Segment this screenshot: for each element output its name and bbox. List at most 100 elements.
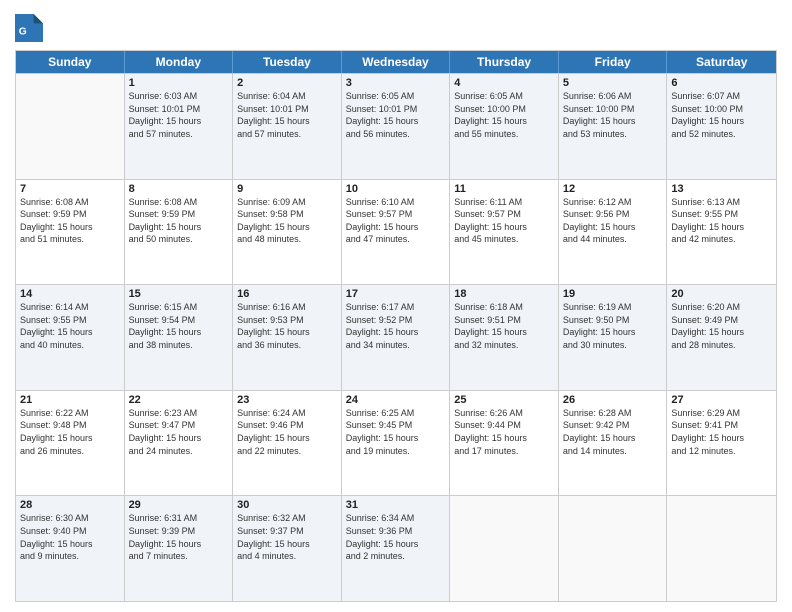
day-number: 22 <box>129 394 229 406</box>
day-number: 23 <box>237 394 337 406</box>
calendar-row-0: 1 Sunrise: 6:03 AMSunset: 10:01 PMDaylig… <box>16 73 776 179</box>
cal-cell: 2 Sunrise: 6:04 AMSunset: 10:01 PMDaylig… <box>233 74 342 179</box>
day-number: 2 <box>237 77 337 89</box>
calendar-row-2: 14 Sunrise: 6:14 AMSunset: 9:55 PMDaylig… <box>16 284 776 390</box>
cal-cell: 25 Sunrise: 6:26 AMSunset: 9:44 PMDaylig… <box>450 391 559 496</box>
cal-cell: 24 Sunrise: 6:25 AMSunset: 9:45 PMDaylig… <box>342 391 451 496</box>
cell-content: Sunrise: 6:10 AMSunset: 9:57 PMDaylight:… <box>346 196 446 246</box>
header-cell-friday: Friday <box>559 51 668 73</box>
day-number: 6 <box>671 77 772 89</box>
cal-cell: 11 Sunrise: 6:11 AMSunset: 9:57 PMDaylig… <box>450 180 559 285</box>
cell-content: Sunrise: 6:18 AMSunset: 9:51 PMDaylight:… <box>454 301 554 351</box>
cal-cell <box>667 496 776 601</box>
cell-content: Sunrise: 6:30 AMSunset: 9:40 PMDaylight:… <box>20 512 120 562</box>
cal-cell: 19 Sunrise: 6:19 AMSunset: 9:50 PMDaylig… <box>559 285 668 390</box>
day-number: 13 <box>671 183 772 195</box>
day-number: 27 <box>671 394 772 406</box>
cal-cell: 7 Sunrise: 6:08 AMSunset: 9:59 PMDayligh… <box>16 180 125 285</box>
cell-content: Sunrise: 6:34 AMSunset: 9:36 PMDaylight:… <box>346 512 446 562</box>
cell-content: Sunrise: 6:14 AMSunset: 9:55 PMDaylight:… <box>20 301 120 351</box>
cal-cell: 3 Sunrise: 6:05 AMSunset: 10:01 PMDaylig… <box>342 74 451 179</box>
day-number: 11 <box>454 183 554 195</box>
cell-content: Sunrise: 6:05 AMSunset: 10:00 PMDaylight… <box>454 90 554 140</box>
cell-content: Sunrise: 6:04 AMSunset: 10:01 PMDaylight… <box>237 90 337 140</box>
cell-content: Sunrise: 6:19 AMSunset: 9:50 PMDaylight:… <box>563 301 663 351</box>
cell-content: Sunrise: 6:13 AMSunset: 9:55 PMDaylight:… <box>671 196 772 246</box>
day-number: 26 <box>563 394 663 406</box>
calendar-row-1: 7 Sunrise: 6:08 AMSunset: 9:59 PMDayligh… <box>16 179 776 285</box>
cal-cell: 28 Sunrise: 6:30 AMSunset: 9:40 PMDaylig… <box>16 496 125 601</box>
day-number: 7 <box>20 183 120 195</box>
cal-cell: 30 Sunrise: 6:32 AMSunset: 9:37 PMDaylig… <box>233 496 342 601</box>
day-number: 15 <box>129 288 229 300</box>
day-number: 3 <box>346 77 446 89</box>
day-number: 5 <box>563 77 663 89</box>
cell-content: Sunrise: 6:15 AMSunset: 9:54 PMDaylight:… <box>129 301 229 351</box>
day-number: 16 <box>237 288 337 300</box>
cell-content: Sunrise: 6:07 AMSunset: 10:00 PMDaylight… <box>671 90 772 140</box>
cell-content: Sunrise: 6:12 AMSunset: 9:56 PMDaylight:… <box>563 196 663 246</box>
cell-content: Sunrise: 6:03 AMSunset: 10:01 PMDaylight… <box>129 90 229 140</box>
cell-content: Sunrise: 6:16 AMSunset: 9:53 PMDaylight:… <box>237 301 337 351</box>
header-cell-tuesday: Tuesday <box>233 51 342 73</box>
cell-content: Sunrise: 6:06 AMSunset: 10:00 PMDaylight… <box>563 90 663 140</box>
cal-cell: 8 Sunrise: 6:08 AMSunset: 9:59 PMDayligh… <box>125 180 234 285</box>
day-number: 14 <box>20 288 120 300</box>
day-number: 28 <box>20 499 120 511</box>
cal-cell: 16 Sunrise: 6:16 AMSunset: 9:53 PMDaylig… <box>233 285 342 390</box>
cal-cell <box>16 74 125 179</box>
cell-content: Sunrise: 6:24 AMSunset: 9:46 PMDaylight:… <box>237 407 337 457</box>
day-number: 19 <box>563 288 663 300</box>
cell-content: Sunrise: 6:28 AMSunset: 9:42 PMDaylight:… <box>563 407 663 457</box>
cell-content: Sunrise: 6:31 AMSunset: 9:39 PMDaylight:… <box>129 512 229 562</box>
calendar-row-3: 21 Sunrise: 6:22 AMSunset: 9:48 PMDaylig… <box>16 390 776 496</box>
day-number: 25 <box>454 394 554 406</box>
day-number: 4 <box>454 77 554 89</box>
cal-cell: 6 Sunrise: 6:07 AMSunset: 10:00 PMDaylig… <box>667 74 776 179</box>
cal-cell: 18 Sunrise: 6:18 AMSunset: 9:51 PMDaylig… <box>450 285 559 390</box>
header: G <box>15 10 777 42</box>
day-number: 20 <box>671 288 772 300</box>
cell-content: Sunrise: 6:26 AMSunset: 9:44 PMDaylight:… <box>454 407 554 457</box>
cell-content: Sunrise: 6:08 AMSunset: 9:59 PMDaylight:… <box>129 196 229 246</box>
cal-cell: 4 Sunrise: 6:05 AMSunset: 10:00 PMDaylig… <box>450 74 559 179</box>
header-cell-thursday: Thursday <box>450 51 559 73</box>
cal-cell: 20 Sunrise: 6:20 AMSunset: 9:49 PMDaylig… <box>667 285 776 390</box>
calendar-row-4: 28 Sunrise: 6:30 AMSunset: 9:40 PMDaylig… <box>16 495 776 601</box>
cal-cell: 27 Sunrise: 6:29 AMSunset: 9:41 PMDaylig… <box>667 391 776 496</box>
cal-cell: 13 Sunrise: 6:13 AMSunset: 9:55 PMDaylig… <box>667 180 776 285</box>
cell-content: Sunrise: 6:25 AMSunset: 9:45 PMDaylight:… <box>346 407 446 457</box>
day-number: 10 <box>346 183 446 195</box>
day-number: 8 <box>129 183 229 195</box>
cal-cell: 5 Sunrise: 6:06 AMSunset: 10:00 PMDaylig… <box>559 74 668 179</box>
cal-cell: 10 Sunrise: 6:10 AMSunset: 9:57 PMDaylig… <box>342 180 451 285</box>
header-cell-sunday: Sunday <box>16 51 125 73</box>
svg-text:G: G <box>19 27 27 38</box>
cell-content: Sunrise: 6:29 AMSunset: 9:41 PMDaylight:… <box>671 407 772 457</box>
cell-content: Sunrise: 6:11 AMSunset: 9:57 PMDaylight:… <box>454 196 554 246</box>
day-number: 18 <box>454 288 554 300</box>
calendar-body: 1 Sunrise: 6:03 AMSunset: 10:01 PMDaylig… <box>16 73 776 601</box>
cell-content: Sunrise: 6:20 AMSunset: 9:49 PMDaylight:… <box>671 301 772 351</box>
header-cell-wednesday: Wednesday <box>342 51 451 73</box>
cal-cell: 31 Sunrise: 6:34 AMSunset: 9:36 PMDaylig… <box>342 496 451 601</box>
cal-cell: 23 Sunrise: 6:24 AMSunset: 9:46 PMDaylig… <box>233 391 342 496</box>
logo: G <box>15 14 45 42</box>
day-number: 24 <box>346 394 446 406</box>
day-number: 17 <box>346 288 446 300</box>
cal-cell: 9 Sunrise: 6:09 AMSunset: 9:58 PMDayligh… <box>233 180 342 285</box>
calendar: SundayMondayTuesdayWednesdayThursdayFrid… <box>15 50 777 602</box>
cell-content: Sunrise: 6:17 AMSunset: 9:52 PMDaylight:… <box>346 301 446 351</box>
cal-cell: 26 Sunrise: 6:28 AMSunset: 9:42 PMDaylig… <box>559 391 668 496</box>
cal-cell: 12 Sunrise: 6:12 AMSunset: 9:56 PMDaylig… <box>559 180 668 285</box>
cal-cell: 22 Sunrise: 6:23 AMSunset: 9:47 PMDaylig… <box>125 391 234 496</box>
cell-content: Sunrise: 6:22 AMSunset: 9:48 PMDaylight:… <box>20 407 120 457</box>
cal-cell <box>559 496 668 601</box>
cal-cell: 21 Sunrise: 6:22 AMSunset: 9:48 PMDaylig… <box>16 391 125 496</box>
cal-cell: 17 Sunrise: 6:17 AMSunset: 9:52 PMDaylig… <box>342 285 451 390</box>
day-number: 30 <box>237 499 337 511</box>
day-number: 12 <box>563 183 663 195</box>
day-number: 29 <box>129 499 229 511</box>
cal-cell <box>450 496 559 601</box>
day-number: 31 <box>346 499 446 511</box>
